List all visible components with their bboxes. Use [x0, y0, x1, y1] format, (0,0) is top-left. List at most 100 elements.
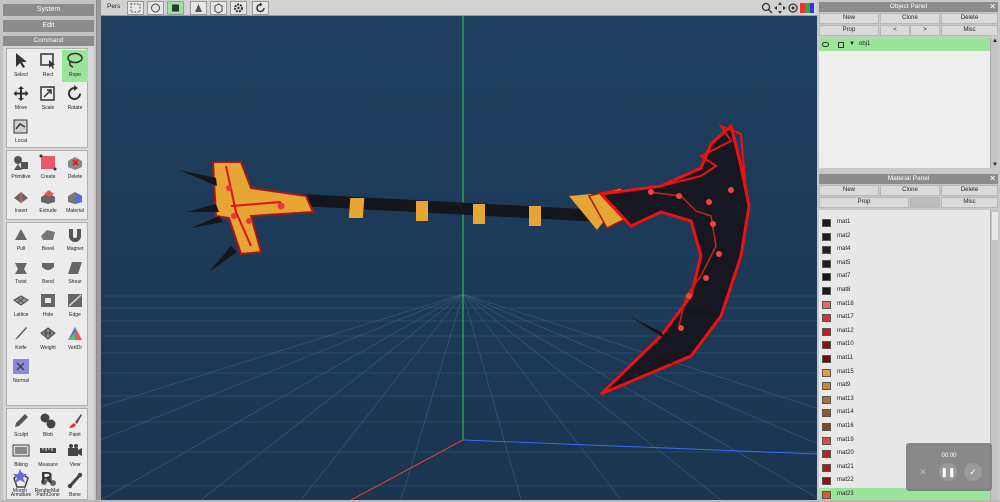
- rotate-view-icon[interactable]: [787, 2, 799, 16]
- knife-tool[interactable]: Knife: [8, 323, 34, 355]
- material-swatch[interactable]: [822, 368, 831, 377]
- object-prop-button[interactable]: Prop: [819, 25, 879, 36]
- close-icon[interactable]: ✕: [989, 2, 996, 12]
- material-row[interactable]: mat14: [819, 406, 990, 420]
- create-tool[interactable]: Create: [35, 152, 61, 184]
- material-row[interactable]: mat15: [819, 366, 990, 380]
- material-misc-button[interactable]: Misc: [941, 197, 998, 208]
- close-icon[interactable]: ✕: [989, 174, 996, 184]
- zoom-icon[interactable]: [761, 2, 773, 16]
- cube-view-button[interactable]: [210, 1, 227, 15]
- paint-tool[interactable]: Paint: [62, 410, 88, 442]
- object-clone-button[interactable]: Clone: [880, 13, 940, 24]
- color-icon[interactable]: [800, 3, 814, 15]
- material-swatch[interactable]: [822, 219, 831, 227]
- material-clone-button[interactable]: Clone: [880, 185, 940, 196]
- sculpt-tool[interactable]: Sculpt: [8, 410, 34, 442]
- view-tool[interactable]: View: [62, 440, 88, 472]
- object-row[interactable]: ▼ obj1: [819, 38, 990, 51]
- insert-tool[interactable]: Insert: [8, 186, 34, 218]
- object-next-button[interactable]: >: [910, 25, 940, 36]
- material-swatch[interactable]: [822, 395, 831, 404]
- magnet-tool[interactable]: Magnet: [62, 224, 88, 256]
- bevel-tool[interactable]: Bevel: [35, 224, 61, 256]
- normal-tool[interactable]: Normal: [8, 356, 34, 388]
- bend-tool[interactable]: Bend: [35, 257, 61, 289]
- 3d-viewport[interactable]: [101, 16, 817, 500]
- eye-icon[interactable]: [822, 42, 829, 47]
- material-swatch[interactable]: [822, 300, 831, 309]
- frame-button[interactable]: [147, 1, 164, 15]
- material-row[interactable]: mat18: [819, 298, 990, 312]
- material-swatch[interactable]: [822, 477, 831, 486]
- rotate-tool[interactable]: Rotate: [62, 83, 88, 115]
- material-prop-button[interactable]: Prop: [819, 197, 909, 208]
- check-icon[interactable]: ✓: [964, 463, 982, 481]
- cancel-recording-icon[interactable]: ✕: [914, 463, 932, 481]
- material-swatch[interactable]: [822, 246, 831, 255]
- select-tool[interactable]: Select: [8, 50, 34, 82]
- material-row[interactable]: mat13: [819, 393, 990, 407]
- material-new-button[interactable]: New: [819, 185, 879, 196]
- rendermat-tool[interactable]: R RenderMat: [34, 466, 60, 498]
- material-swatch[interactable]: [822, 259, 831, 268]
- extrude-tool[interactable]: Extrude: [35, 186, 61, 218]
- material-swatch[interactable]: [822, 423, 831, 431]
- edit-button[interactable]: Edit: [3, 20, 94, 32]
- material-swatch[interactable]: [822, 232, 831, 241]
- morph-tool[interactable]: Morph: [7, 466, 33, 498]
- lattice-tool[interactable]: Lattice: [8, 290, 34, 322]
- material-swatch[interactable]: [822, 436, 831, 445]
- scale-tool[interactable]: Scale: [35, 83, 61, 115]
- material-row[interactable]: mat17: [819, 311, 990, 325]
- chevron-down-icon[interactable]: ▼: [849, 38, 855, 51]
- material-row[interactable]: mat5: [819, 257, 990, 271]
- material-row[interactable]: mat2: [819, 230, 990, 244]
- material-row[interactable]: mat7: [819, 270, 990, 284]
- material-row[interactable]: mat4: [819, 243, 990, 257]
- scroll-up-icon[interactable]: ▲: [992, 38, 998, 44]
- object-prev-button[interactable]: <: [880, 25, 910, 36]
- material-swatch[interactable]: [822, 382, 831, 391]
- material-row[interactable]: mat12: [819, 325, 990, 339]
- material-row[interactable]: mat16: [819, 420, 990, 434]
- refresh-button[interactable]: [252, 1, 269, 15]
- material-swatch[interactable]: [822, 327, 831, 336]
- material-row[interactable]: mat1: [819, 216, 990, 230]
- move-tool[interactable]: Move: [8, 83, 34, 115]
- edge-tool[interactable]: Edge: [62, 290, 88, 322]
- material-row[interactable]: mat11: [819, 352, 990, 366]
- material-row[interactable]: mat9: [819, 379, 990, 393]
- object-new-button[interactable]: New: [819, 13, 879, 24]
- pull-tool[interactable]: Pull: [8, 224, 34, 256]
- pause-icon[interactable]: ❚❚: [939, 463, 957, 481]
- material-tool[interactable]: Material: [62, 186, 88, 218]
- material-swatch[interactable]: [822, 273, 831, 282]
- wire-view-button[interactable]: [190, 1, 207, 15]
- material-row[interactable]: mat8: [819, 284, 990, 298]
- material-swatch[interactable]: [822, 450, 831, 459]
- material-swatch[interactable]: [822, 314, 831, 323]
- rect-tool[interactable]: Rect: [35, 50, 61, 82]
- object-delete-button[interactable]: Delete: [941, 13, 998, 24]
- object-misc-button[interactable]: Misc: [941, 25, 998, 36]
- weight-tool[interactable]: Weight: [35, 323, 61, 355]
- material-swatch[interactable]: [822, 355, 831, 363]
- material-swatch[interactable]: [822, 409, 831, 418]
- material-swatch[interactable]: [822, 491, 831, 499]
- hole-tool[interactable]: Hole: [35, 290, 61, 322]
- material-delete-button[interactable]: Delete: [941, 185, 998, 196]
- vertdr-tool[interactable]: VertDr: [62, 323, 88, 355]
- bone-tool[interactable]: Bone: [62, 470, 88, 502]
- lock-icon[interactable]: [838, 42, 844, 48]
- scrollbar-thumb[interactable]: [992, 212, 998, 240]
- system-button[interactable]: System: [3, 4, 94, 16]
- object-list-scrollbar[interactable]: ▲ ▼: [990, 38, 998, 168]
- delete-tool[interactable]: Delete: [62, 152, 88, 184]
- shear-tool[interactable]: Shear: [62, 257, 88, 289]
- material-row[interactable]: mat10: [819, 338, 990, 352]
- blob-tool[interactable]: Blob: [35, 410, 61, 442]
- settings-button[interactable]: [230, 1, 247, 15]
- primitive-tool[interactable]: Primitive: [8, 152, 34, 184]
- material-swatch[interactable]: [822, 287, 831, 295]
